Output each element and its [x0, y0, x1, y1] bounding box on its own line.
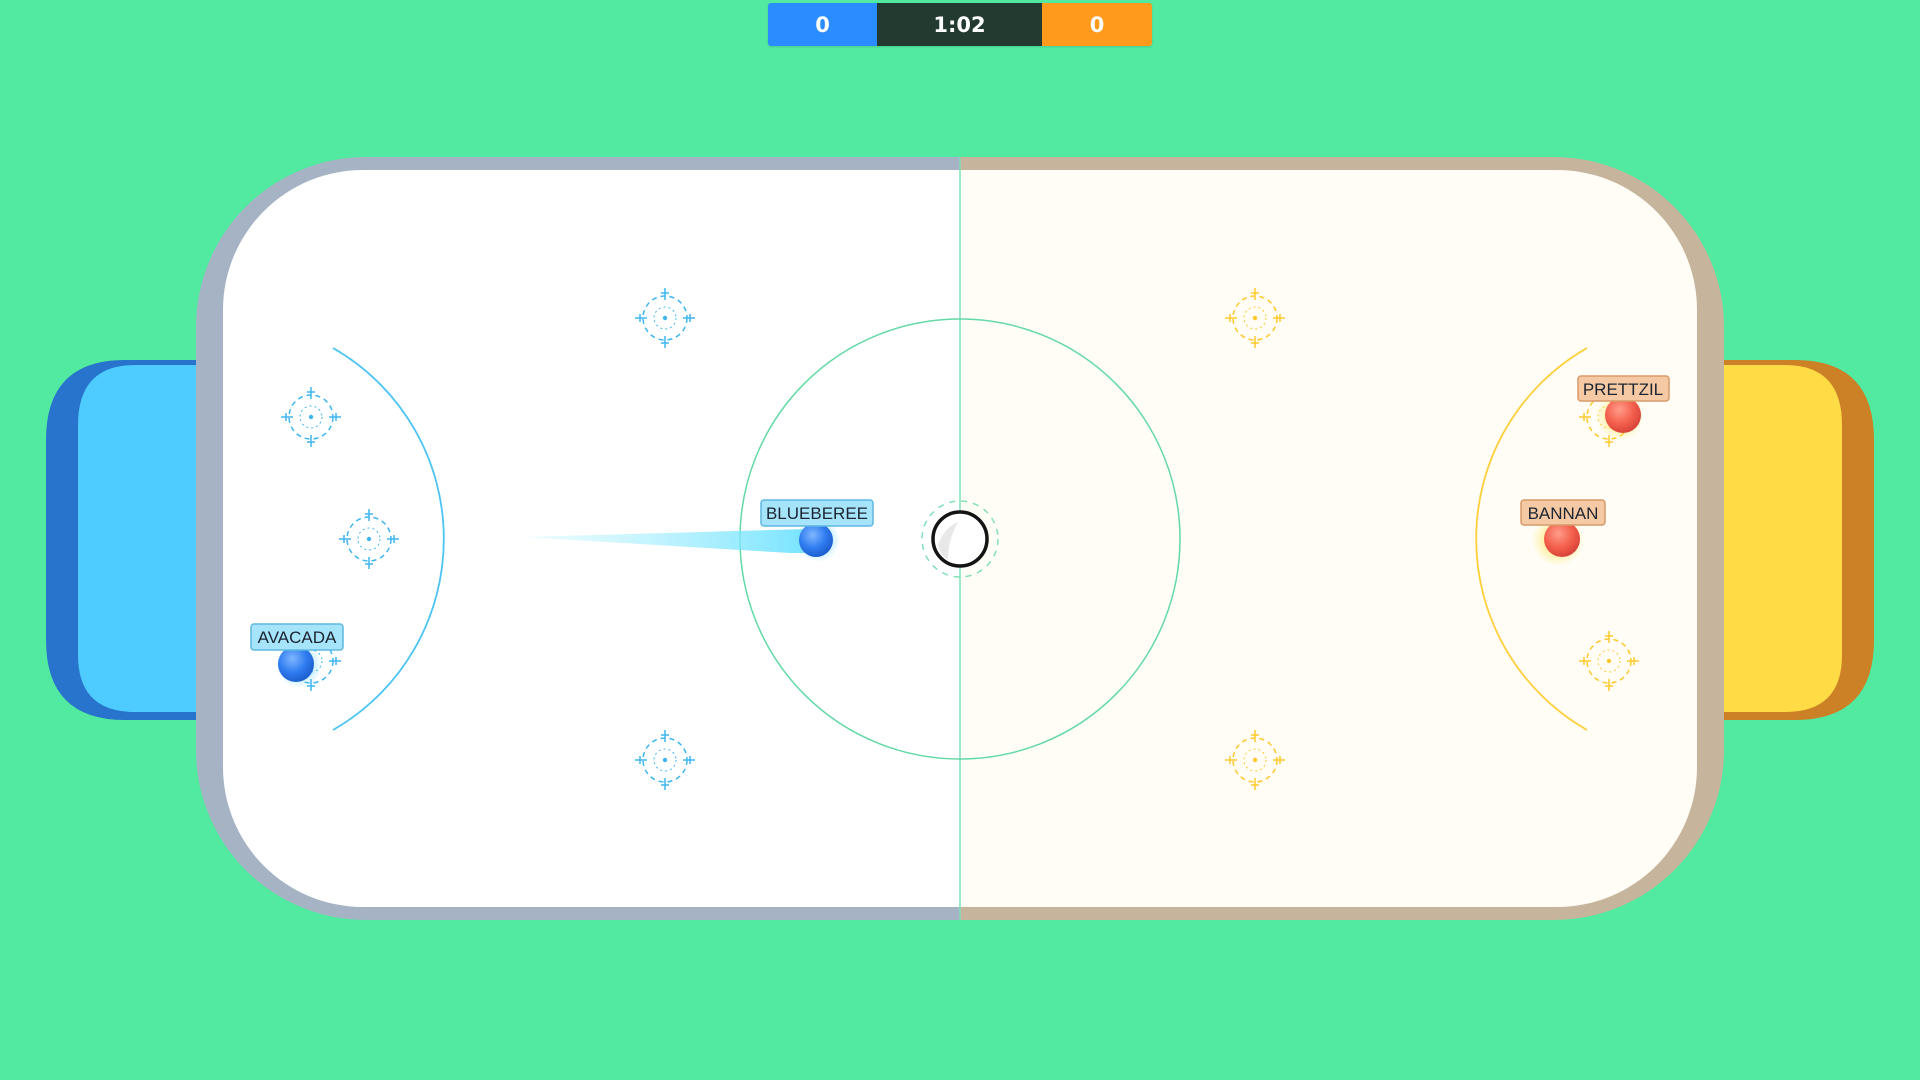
orange-team-score: 0	[1042, 3, 1152, 46]
player-label-avacada: AVACADA	[258, 628, 337, 647]
puck	[921, 500, 999, 578]
blue-team-score: 0	[768, 3, 877, 46]
player-label-prettzil: PRETTZIL	[1583, 380, 1663, 399]
match-timer: 1:02	[877, 3, 1042, 46]
game-stage: BLUEBEREE AVACADA PRETTZIL BANNAN 0 1:02…	[0, 0, 1920, 1080]
player-label-blueberee: BLUEBEREE	[766, 504, 868, 523]
rink: BLUEBEREE AVACADA PRETTZIL BANNAN	[46, 157, 1874, 920]
player-label-bannan: BANNAN	[1528, 504, 1599, 523]
scoreboard: 0 1:02 0	[768, 3, 1152, 46]
